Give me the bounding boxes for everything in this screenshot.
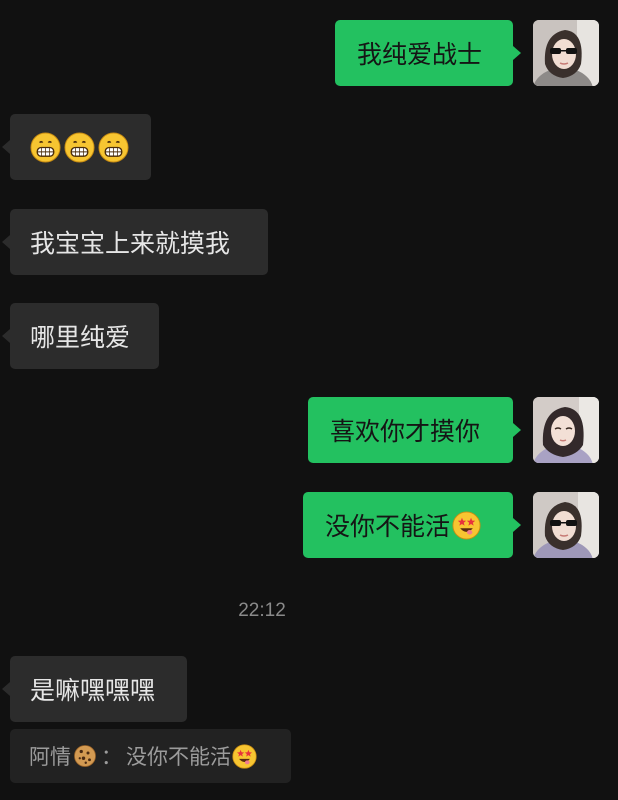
message-text: 我纯爱战士: [357, 40, 483, 69]
avatar[interactable]: [533, 20, 599, 86]
quote-separator: ：: [101, 745, 122, 769]
message-bubble-incoming[interactable]: 我宝宝上来就摸我: [2, 209, 268, 275]
quote-sender: 阿情: [29, 745, 71, 769]
message-bubble-incoming[interactable]: 是嘛嘿嘿嘿: [2, 656, 187, 722]
message-bubble-incoming[interactable]: [2, 114, 151, 180]
message-text: 哪里纯爱: [30, 323, 131, 352]
message-bubble-outgoing[interactable]: 我纯爱战士: [335, 20, 521, 86]
message-text: 没你不能活: [325, 512, 451, 541]
message-bubble-incoming[interactable]: 哪里纯爱: [2, 303, 159, 369]
star-struck-face-icon: [452, 510, 481, 540]
quoted-message[interactable]: 阿情 ： 没你不能活: [10, 729, 291, 783]
grinning-face-icon: [64, 131, 95, 163]
grinning-face-icon: [98, 131, 129, 163]
grinning-face-icon: [30, 131, 61, 163]
timestamp: 22:12: [238, 600, 286, 621]
message-text: 喜欢你才摸你: [330, 417, 481, 446]
message-bubble-outgoing[interactable]: 没你不能活: [303, 492, 521, 558]
message-bubble-outgoing[interactable]: 喜欢你才摸你: [308, 397, 521, 463]
cookie-icon: [73, 744, 97, 768]
quote-text: 没你不能活: [126, 745, 231, 769]
avatar[interactable]: [533, 492, 599, 558]
message-text: 我宝宝上来就摸我: [30, 229, 231, 258]
star-struck-face-icon: [232, 743, 257, 769]
avatar[interactable]: [533, 397, 599, 463]
message-text: 是嘛嘿嘿嘿: [30, 676, 156, 705]
